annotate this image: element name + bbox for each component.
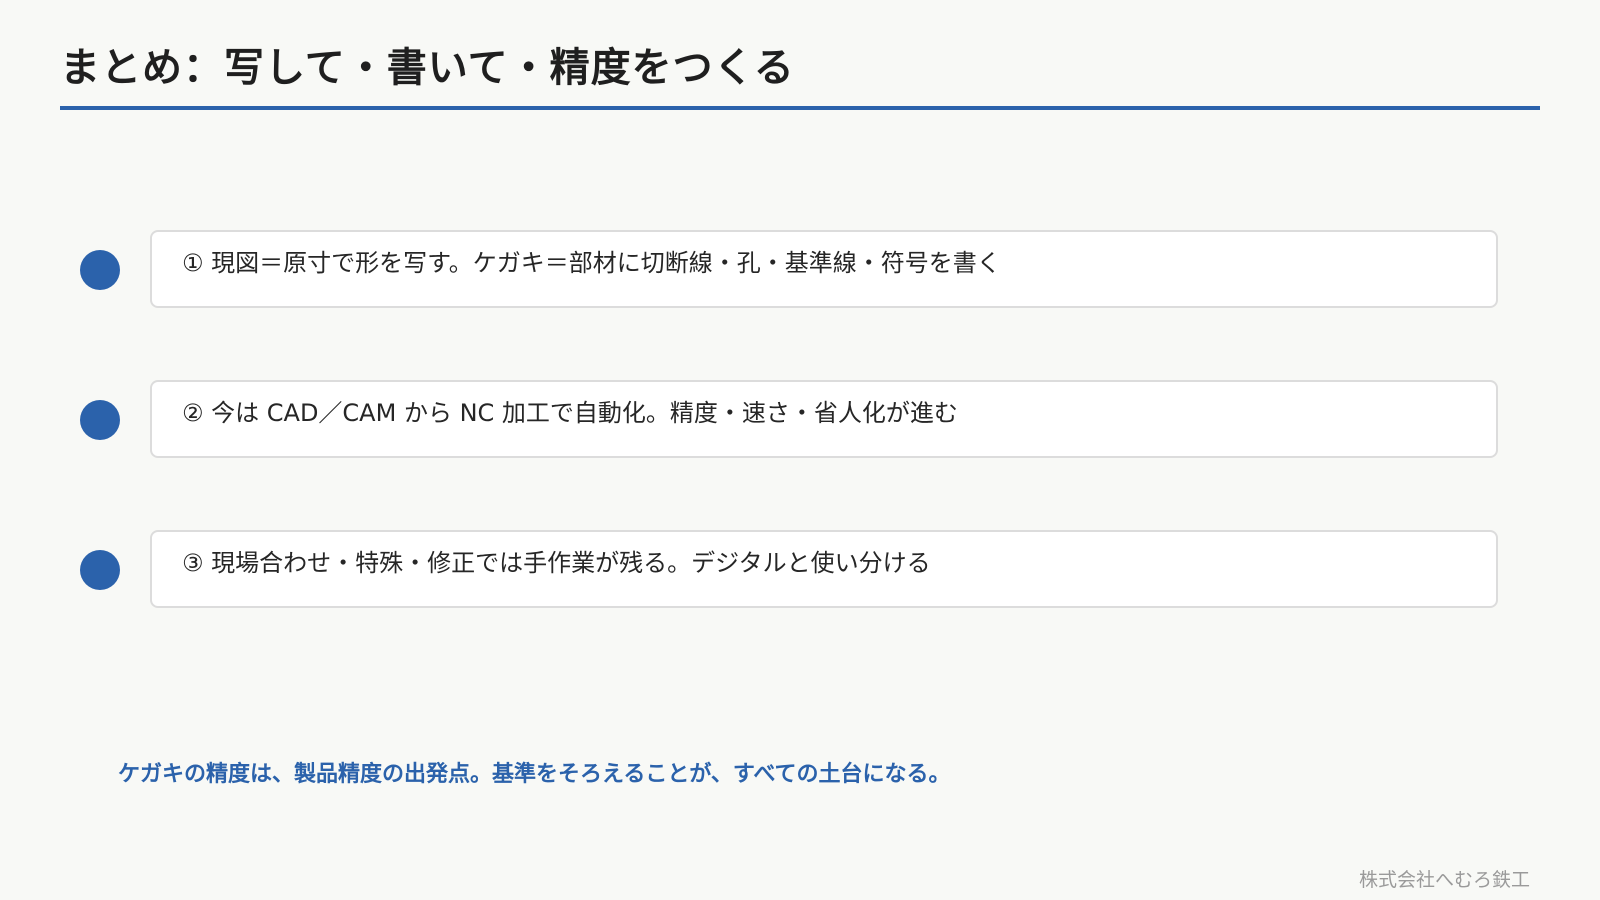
key-point-3: ③ 現場合わせ・特殊・修正では手作業が残る。デジタルと使い分ける [0,530,1600,612]
key-point-text: ② 今は CAD／CAM から NC 加工で自動化。精度・速さ・省人化が進む [182,399,958,427]
bullet-circle-icon [80,400,120,440]
key-point-1: ① 現図＝原寸で形を写す。ケガキ＝部材に切断線・孔・基準線・符号を書く [0,230,1600,312]
company-footer: 株式会社へむろ鉄工 [1358,869,1530,891]
key-point-card: ① 現図＝原寸で形を写す。ケガキ＝部材に切断線・孔・基準線・符号を書く [150,230,1498,308]
key-point-card: ③ 現場合わせ・特殊・修正では手作業が残る。デジタルと使い分ける [150,530,1498,608]
key-point-2: ② 今は CAD／CAM から NC 加工で自動化。精度・速さ・省人化が進む [0,380,1600,462]
key-point-text: ① 現図＝原寸で形を写す。ケガキ＝部材に切断線・孔・基準線・符号を書く [182,249,1001,277]
bullet-circle-icon [80,550,120,590]
key-point-card: ② 今は CAD／CAM から NC 加工で自動化。精度・速さ・省人化が進む [150,380,1498,458]
bullet-circle-icon [80,250,120,290]
key-point-text: ③ 現場合わせ・特殊・修正では手作業が残る。デジタルと使い分ける [182,549,931,577]
summary-takeaway: ケガキの精度は、製品精度の出発点。基準をそろえることが、すべての土台になる。 [118,762,951,787]
